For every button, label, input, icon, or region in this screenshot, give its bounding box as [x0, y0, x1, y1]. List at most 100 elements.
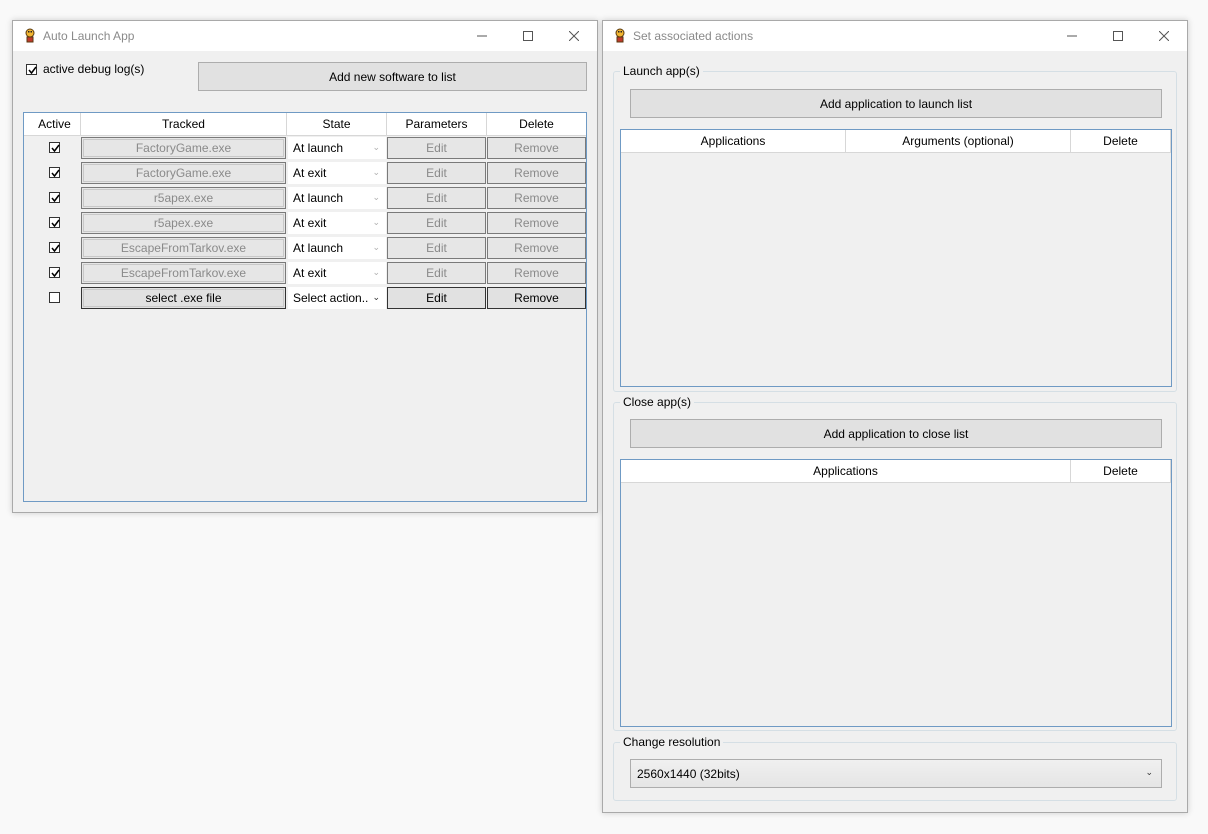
chevron-down-icon: ⌄	[372, 192, 380, 202]
row-tracked-button[interactable]: FactoryGame.exe	[81, 137, 286, 159]
row-state-value: At exit	[293, 266, 327, 280]
row-edit-button[interactable]: Edit	[387, 262, 486, 284]
column-header-delete[interactable]: Delete	[487, 113, 586, 135]
row-tracked-label: FactoryGame.exe	[135, 141, 232, 155]
row-tracked-label: select .exe file	[145, 291, 222, 305]
change-resolution-group: Change resolution 2560x1440 (32bits) ⌄	[613, 735, 1177, 801]
row-state-select[interactable]: At launch ⌄	[288, 187, 386, 209]
column-header-applications[interactable]: Applications	[621, 460, 1071, 482]
row-selector[interactable]	[24, 261, 29, 286]
minimize-button[interactable]	[1049, 21, 1095, 51]
column-header-delete[interactable]: Delete	[1071, 460, 1171, 482]
maximize-button[interactable]	[505, 21, 551, 51]
debug-log-checkbox[interactable]	[26, 64, 37, 75]
row-remove-button[interactable]: Remove	[487, 162, 586, 184]
column-header-delete[interactable]: Delete	[1071, 130, 1171, 152]
row-edit-button[interactable]: Edit	[387, 137, 486, 159]
row-selector[interactable]	[24, 136, 29, 161]
row-state-select[interactable]: At launch ⌄	[288, 237, 386, 259]
table-row[interactable]: r5apex.exe At exit ⌄ Edit Remove	[24, 211, 586, 236]
row-edit-button[interactable]: Edit	[387, 287, 486, 309]
row-active-checkbox[interactable]	[49, 167, 60, 178]
tracked-apps-grid: Active Tracked State Parameters Delete F…	[23, 112, 587, 502]
row-state-select[interactable]: Select action.. ⌄	[288, 287, 386, 309]
row-tracked-button[interactable]: FactoryGame.exe	[81, 162, 286, 184]
row-edit-button[interactable]: Edit	[387, 212, 486, 234]
row-tracked-button[interactable]: EscapeFromTarkov.exe	[81, 237, 286, 259]
row-selector[interactable]	[24, 161, 29, 186]
row-active-checkbox[interactable]	[49, 192, 60, 203]
resolution-select[interactable]: 2560x1440 (32bits) ⌄	[630, 759, 1162, 788]
window-title: Set associated actions	[633, 29, 754, 43]
table-row[interactable]: FactoryGame.exe At launch ⌄ Edit Remove	[24, 136, 586, 161]
row-remove-button[interactable]: Remove	[487, 262, 586, 284]
row-remove-button[interactable]: Remove	[487, 237, 586, 259]
window-client: active debug log(s) Add new software to …	[13, 51, 597, 512]
column-header-parameters[interactable]: Parameters	[387, 113, 487, 135]
row-state-value: Select action..	[293, 291, 369, 305]
close-button[interactable]	[1141, 21, 1187, 51]
app-icon	[615, 28, 625, 43]
window-client: Launch app(s) Add application to launch …	[603, 51, 1187, 812]
row-tracked-label: EscapeFromTarkov.exe	[120, 241, 247, 255]
resolution-value: 2560x1440 (32bits)	[637, 766, 740, 781]
row-active-checkbox[interactable]	[49, 292, 60, 303]
close-icon	[1159, 31, 1169, 41]
auto-launch-app-window: Auto Launch App active debug log(s) Add …	[12, 20, 598, 513]
row-remove-button[interactable]: Remove	[487, 187, 586, 209]
row-state-select[interactable]: At exit ⌄	[288, 162, 386, 184]
add-close-app-button[interactable]: Add application to close list	[630, 419, 1162, 448]
row-remove-button[interactable]: Remove	[487, 287, 586, 309]
row-selector[interactable]	[24, 211, 29, 236]
table-row[interactable]: EscapeFromTarkov.exe At exit ⌄ Edit Remove	[24, 261, 586, 286]
minimize-button[interactable]	[459, 21, 505, 51]
close-group-label: Close app(s)	[620, 395, 695, 409]
table-row[interactable]: FactoryGame.exe At exit ⌄ Edit Remove	[24, 161, 586, 186]
row-remove-button[interactable]: Remove	[487, 137, 586, 159]
titlebar[interactable]: Auto Launch App	[13, 21, 597, 51]
row-active-checkbox[interactable]	[49, 217, 60, 228]
row-state-select[interactable]: At exit ⌄	[288, 262, 386, 284]
row-remove-button[interactable]: Remove	[487, 212, 586, 234]
debug-log-label: active debug log(s)	[43, 62, 145, 76]
row-active-checkbox[interactable]	[49, 242, 60, 253]
column-header-arguments[interactable]: Arguments (optional)	[846, 130, 1071, 152]
row-tracked-button[interactable]: EscapeFromTarkov.exe	[81, 262, 286, 284]
row-active-checkbox[interactable]	[49, 267, 60, 278]
titlebar[interactable]: Set associated actions	[603, 21, 1187, 51]
column-header-tracked[interactable]: Tracked	[81, 113, 287, 135]
row-edit-button[interactable]: Edit	[387, 187, 486, 209]
row-selector[interactable]	[24, 286, 29, 311]
row-tracked-button[interactable]: r5apex.exe	[81, 187, 286, 209]
checkmark-icon	[51, 244, 60, 253]
add-software-button[interactable]: Add new software to list	[198, 62, 587, 91]
column-header-active[interactable]: Active	[24, 113, 81, 135]
checkmark-icon	[51, 269, 60, 278]
row-edit-button[interactable]: Edit	[387, 237, 486, 259]
row-edit-button[interactable]: Edit	[387, 162, 486, 184]
table-row[interactable]: EscapeFromTarkov.exe At launch ⌄ Edit Remove	[24, 236, 586, 261]
minimize-icon	[1067, 35, 1077, 37]
row-selector[interactable]	[24, 236, 29, 261]
row-tracked-button[interactable]: r5apex.exe	[81, 212, 286, 234]
grid-header: Applications Arguments (optional) Delete	[621, 130, 1171, 153]
add-launch-app-button[interactable]: Add application to launch list	[630, 89, 1162, 118]
column-header-applications[interactable]: Applications	[621, 130, 846, 152]
row-state-select[interactable]: At exit ⌄	[288, 212, 386, 234]
close-apps-group: Close app(s) Add application to close li…	[613, 395, 1177, 731]
maximize-button[interactable]	[1095, 21, 1141, 51]
table-row[interactable]: r5apex.exe At launch ⌄ Edit Remove	[24, 186, 586, 211]
chevron-down-icon: ⌄	[372, 292, 380, 302]
row-tracked-button[interactable]: select .exe file	[81, 287, 286, 309]
column-header-state[interactable]: State	[287, 113, 387, 135]
table-row[interactable]: select .exe file Select action.. ⌄ Edit Remo…	[24, 286, 586, 311]
row-selector[interactable]	[24, 186, 29, 211]
window-title: Auto Launch App	[43, 29, 135, 43]
row-state-value: At launch	[293, 241, 344, 255]
launch-apps-group: Launch app(s) Add application to launch …	[613, 64, 1177, 392]
set-associated-actions-window: Set associated actions Launch app(s) Add…	[602, 20, 1188, 813]
row-state-value: At launch	[293, 141, 344, 155]
row-state-select[interactable]: At launch ⌄	[288, 137, 386, 159]
close-button[interactable]	[551, 21, 597, 51]
row-active-checkbox[interactable]	[49, 142, 60, 153]
